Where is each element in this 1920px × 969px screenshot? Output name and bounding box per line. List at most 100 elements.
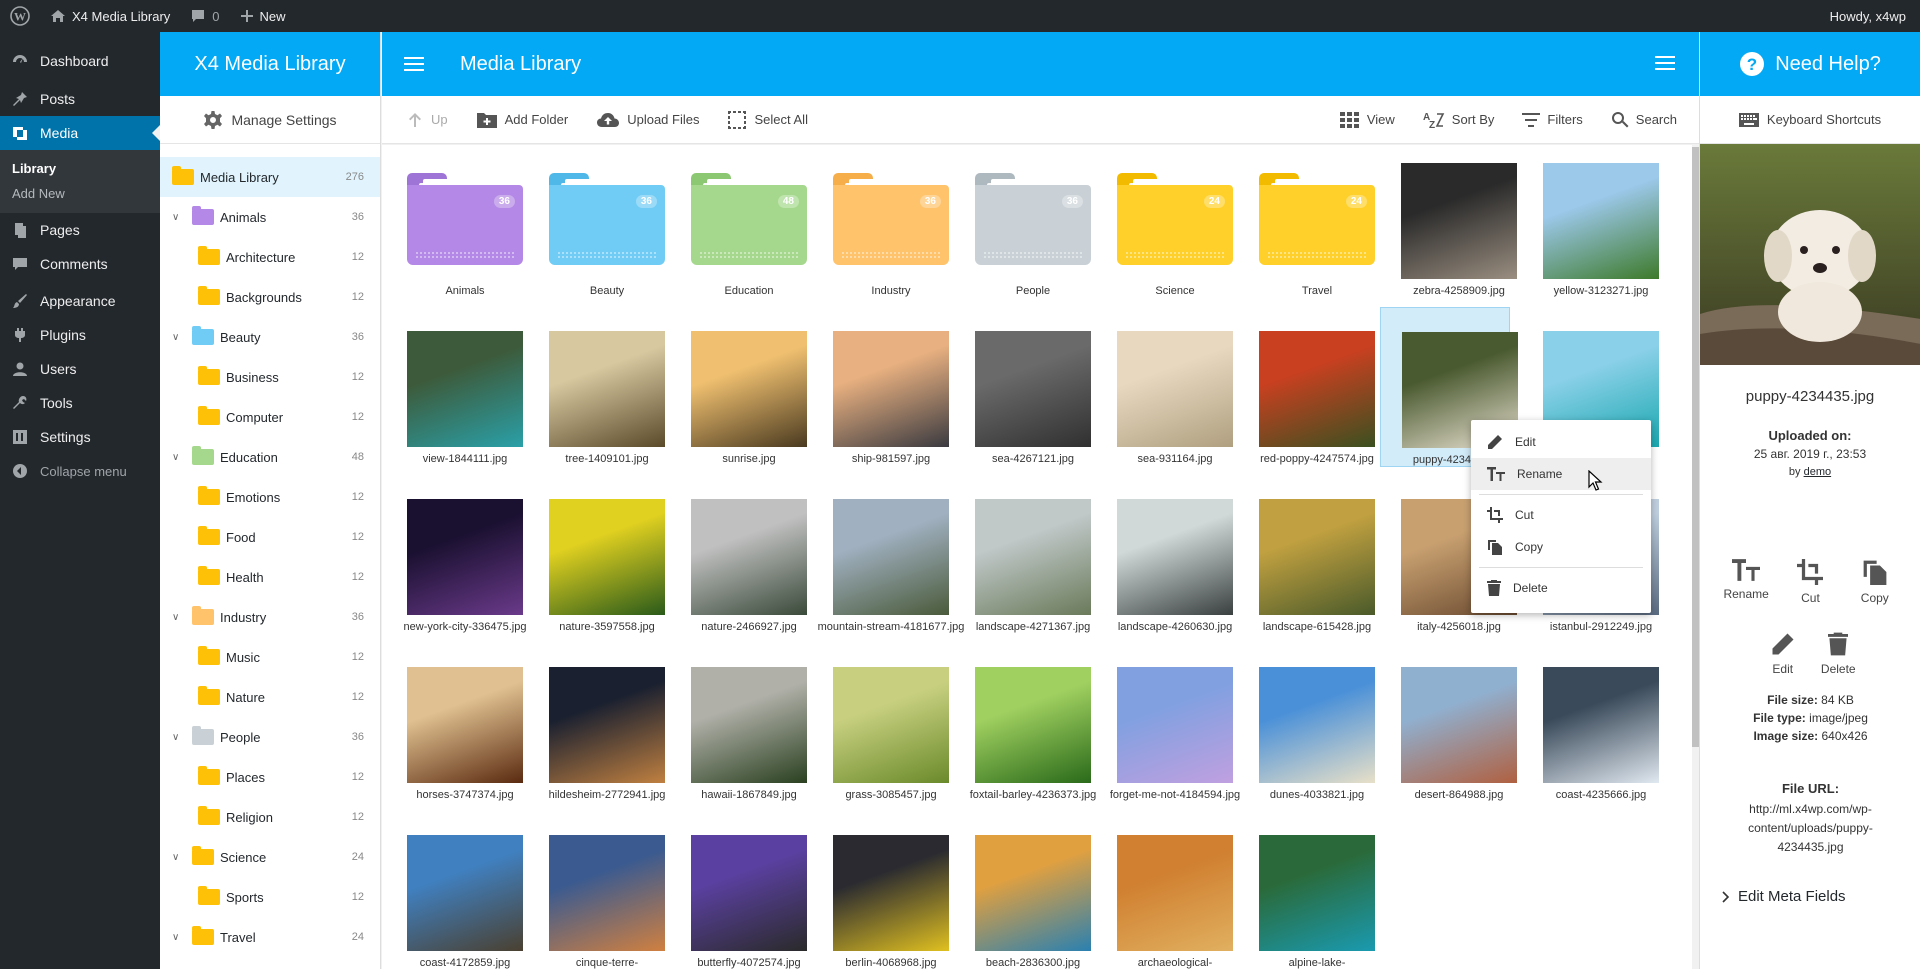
media-tile[interactable]: grass-3085457.jpg <box>812 643 949 803</box>
media-tile[interactable]: cinque-terre- <box>528 811 665 969</box>
help-button[interactable]: ? Need Help? <box>1700 32 1920 96</box>
media-tile[interactable]: yellow-3123271.jpg <box>1522 145 1659 299</box>
grid-scrollbar[interactable] <box>1692 145 1699 969</box>
uploader-link[interactable]: demo <box>1804 466 1832 478</box>
folder-tile[interactable]: 36 Animals <box>386 145 523 299</box>
folder-tree-item[interactable]: Computer 12 <box>160 397 380 437</box>
media-tile[interactable]: coast-4235666.jpg <box>1522 643 1659 803</box>
new-content-link[interactable]: New <box>230 0 296 32</box>
media-tile[interactable]: desert-864988.jpg <box>1380 643 1517 803</box>
media-tile[interactable]: foxtail-barley-4236373.jpg <box>954 643 1096 803</box>
media-tile[interactable]: mountain-stream-4181677.jpg <box>812 475 964 635</box>
menu-posts[interactable]: Posts <box>0 82 160 116</box>
media-tile[interactable]: landscape-4271367.jpg <box>954 475 1091 635</box>
sort-by-button[interactable]: AZ Sort By <box>1409 96 1509 144</box>
file-url-line[interactable]: content/uploads/puppy- <box>1700 819 1920 838</box>
comments-link[interactable]: 0 <box>180 0 229 32</box>
delete-action-button[interactable]: Delete <box>1811 632 1867 676</box>
folder-tile[interactable]: 36 Industry <box>812 145 949 299</box>
media-tile[interactable]: forget-me-not-4184594.jpg <box>1096 643 1240 803</box>
submenu-library[interactable]: Library <box>0 156 160 181</box>
menu-tools[interactable]: Tools <box>0 386 160 420</box>
folder-tree-item[interactable]: Backgrounds 12 <box>160 277 380 317</box>
up-button[interactable]: Up <box>382 96 462 144</box>
user-greeting[interactable]: Howdy, x4wp <box>1820 0 1920 32</box>
scrollbar-thumb[interactable] <box>1692 147 1699 747</box>
folder-tree-item[interactable]: Sports 12 <box>160 877 380 917</box>
chevron-down-icon[interactable]: ∨ <box>172 212 186 223</box>
menu-appearance[interactable]: Appearance <box>0 284 160 318</box>
menu-plugins[interactable]: Plugins <box>0 318 160 352</box>
context-cut[interactable]: Cut <box>1471 499 1651 531</box>
menu-pages[interactable]: Pages <box>0 213 160 247</box>
manage-settings-button[interactable]: Manage Settings <box>160 96 380 144</box>
chevron-down-icon[interactable]: ∨ <box>172 452 186 463</box>
submenu-add-new[interactable]: Add New <box>0 181 160 206</box>
folder-tree-item[interactable]: ∨ Animals 36 <box>160 197 380 237</box>
folder-tree-item[interactable]: Places 12 <box>160 757 380 797</box>
media-tile[interactable]: coast-4172859.jpg <box>386 811 523 969</box>
media-tile[interactable]: sunrise.jpg <box>670 307 807 467</box>
filters-button[interactable]: Filters <box>1508 96 1596 144</box>
folder-tree-item[interactable]: ∨ Travel 24 <box>160 917 380 957</box>
media-tile[interactable]: new-york-city-336475.jpg <box>386 475 526 635</box>
collapse-menu-button[interactable]: Collapse menu <box>0 454 160 488</box>
folder-tree-item[interactable]: Health 12 <box>160 557 380 597</box>
menu-users[interactable]: Users <box>0 352 160 386</box>
cut-action-button[interactable]: Cut <box>1780 559 1840 605</box>
folder-tree-item[interactable]: ∨ Science 24 <box>160 837 380 877</box>
media-tile[interactable]: landscape-615428.jpg <box>1238 475 1375 635</box>
media-tile[interactable]: nature-3597558.jpg <box>528 475 665 635</box>
toggle-sidebar-button[interactable] <box>382 56 446 72</box>
folder-tree-item[interactable]: Music 12 <box>160 637 380 677</box>
edit-meta-fields-toggle[interactable]: Edit Meta Fields <box>1722 888 1846 905</box>
folder-tree-item[interactable]: Religion 12 <box>160 797 380 837</box>
media-tile[interactable]: ship-981597.jpg <box>812 307 949 467</box>
folder-tree-item[interactable]: ∨ People 36 <box>160 717 380 757</box>
menu-dashboard[interactable]: Dashboard <box>0 44 160 78</box>
folder-tile[interactable]: 36 People <box>954 145 1091 299</box>
site-name-link[interactable]: X4 Media Library <box>40 0 180 32</box>
context-rename[interactable]: Rename <box>1471 458 1651 490</box>
media-tile[interactable]: beach-2836300.jpg <box>954 811 1091 969</box>
add-folder-button[interactable]: Add Folder <box>462 96 583 144</box>
folder-tree-item[interactable]: Architecture 12 <box>160 237 380 277</box>
folder-tree-item[interactable]: Emotions 12 <box>160 477 380 517</box>
folder-tree-item[interactable]: ∨ Education 48 <box>160 437 380 477</box>
file-url-line[interactable]: 4234435.jpg <box>1700 838 1920 857</box>
file-url-line[interactable]: http://ml.x4wp.com/wp- <box>1700 800 1920 819</box>
wordpress-logo-icon[interactable]: W <box>0 0 40 32</box>
chevron-down-icon[interactable]: ∨ <box>172 332 186 343</box>
media-tile[interactable]: sea-931164.jpg <box>1096 307 1233 467</box>
copy-action-button[interactable]: Copy <box>1845 559 1905 605</box>
media-tile[interactable]: dunes-4033821.jpg <box>1238 643 1375 803</box>
context-delete[interactable]: Delete <box>1471 572 1651 604</box>
media-tile[interactable]: tree-1409101.jpg <box>528 307 665 467</box>
folder-tree-item[interactable]: Food 12 <box>160 517 380 557</box>
media-tile[interactable]: zebra-4258909.jpg <box>1380 145 1517 299</box>
context-copy[interactable]: Copy <box>1471 531 1651 563</box>
media-tile[interactable]: butterfly-4072574.jpg <box>670 811 807 969</box>
media-tile[interactable]: landscape-4260630.jpg <box>1096 475 1233 635</box>
folder-tile[interactable]: 24 Travel <box>1238 145 1375 299</box>
menu-comments[interactable]: Comments <box>0 247 160 281</box>
folder-tile[interactable]: 36 Beauty <box>528 145 665 299</box>
folder-tree-item[interactable]: Nature 12 <box>160 677 380 717</box>
folder-tile[interactable]: 48 Education <box>670 145 807 299</box>
chevron-down-icon[interactable]: ∨ <box>172 732 186 743</box>
media-tile[interactable]: red-poppy-4247574.jpg <box>1238 307 1375 467</box>
edit-action-button[interactable]: Edit <box>1755 632 1811 676</box>
select-all-button[interactable]: Select All <box>713 96 821 144</box>
media-tile[interactable]: horses-3747374.jpg <box>386 643 523 803</box>
toggle-details-button[interactable] <box>1655 55 1675 74</box>
media-tile[interactable]: sea-4267121.jpg <box>954 307 1091 467</box>
media-tile[interactable]: archaeological- <box>1096 811 1233 969</box>
menu-media[interactable]: Media <box>0 116 160 150</box>
keyboard-shortcuts-button[interactable]: Keyboard Shortcuts <box>1700 96 1920 144</box>
context-edit[interactable]: Edit <box>1471 426 1651 458</box>
chevron-down-icon[interactable]: ∨ <box>172 612 186 623</box>
folder-tree-item[interactable]: Business 12 <box>160 357 380 397</box>
rename-action-button[interactable]: Rename <box>1716 559 1776 605</box>
chevron-down-icon[interactable]: ∨ <box>172 932 186 943</box>
media-tile[interactable]: berlin-4068968.jpg <box>812 811 949 969</box>
